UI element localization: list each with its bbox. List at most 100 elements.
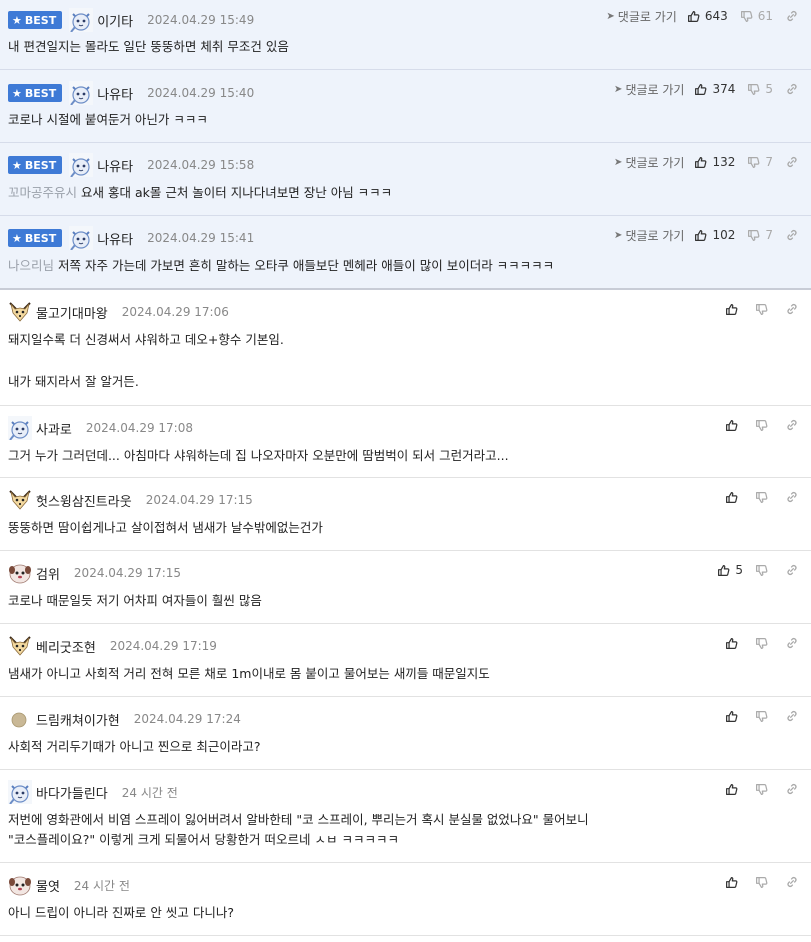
downvote-button[interactable]: 7 <box>747 155 773 169</box>
comment-actions: ➤ 댓글로 가기 132 7 <box>614 153 799 171</box>
downvote-button[interactable] <box>755 303 773 316</box>
nickname[interactable]: 검위 <box>36 564 60 583</box>
thumbs-down-icon <box>755 637 768 650</box>
comment-actions <box>725 780 799 798</box>
upvote-button[interactable]: 5 <box>717 563 743 577</box>
thumbs-up-icon <box>694 156 707 169</box>
avatar[interactable] <box>8 634 32 658</box>
comment: 헛스윙삼진트라웃 2024.04.29 17:15 뚱뚱하면 땀이쉽게나고 살이… <box>0 478 811 551</box>
nickname[interactable]: 헛스윙삼진트라웃 <box>36 491 132 510</box>
downvote-button[interactable] <box>755 876 773 889</box>
comment: 드림캐쳐이가현 2024.04.29 17:24 사회적 거리두기때가 아니고 … <box>0 697 811 770</box>
nickname[interactable]: 드림캐쳐이가현 <box>36 710 120 729</box>
timestamp: 2024.04.29 15:41 <box>147 231 255 245</box>
avatar[interactable] <box>8 416 32 440</box>
upvote-button[interactable] <box>725 303 743 316</box>
comment-actions <box>725 416 799 434</box>
link-icon[interactable] <box>785 563 799 577</box>
avatar[interactable] <box>8 707 32 731</box>
link-icon[interactable] <box>785 155 799 169</box>
timestamp: 2024.04.29 17:15 <box>145 493 253 507</box>
downvote-button[interactable] <box>755 564 773 577</box>
timestamp: 2024.04.29 17:06 <box>121 305 229 319</box>
comment-header: 베리굿조현 2024.04.29 17:19 <box>8 635 217 657</box>
nickname[interactable]: 나유타 <box>97 84 133 103</box>
avatar[interactable] <box>69 81 94 105</box>
upvote-button[interactable] <box>725 419 743 432</box>
reply-target[interactable]: 꼬마공주유시 <box>8 185 77 200</box>
thumbs-down-icon <box>755 491 768 504</box>
thumbs-up-icon <box>725 876 738 889</box>
link-icon[interactable] <box>785 636 799 650</box>
link-icon[interactable] <box>785 228 799 242</box>
avatar[interactable] <box>8 300 32 324</box>
nickname[interactable]: 나유타 <box>97 156 133 175</box>
reply-link[interactable]: ➤ 댓글로 가기 <box>614 227 684 244</box>
thumbs-up-icon <box>687 10 700 23</box>
downvote-button[interactable]: 5 <box>747 82 773 96</box>
reply-link[interactable]: ➤ 댓글로 가기 <box>614 154 684 171</box>
avatar[interactable] <box>69 226 94 250</box>
comment-header: 검위 2024.04.29 17:15 <box>8 562 181 584</box>
nickname[interactable]: 베리굿조현 <box>36 637 96 656</box>
downvote-button[interactable]: 7 <box>747 228 773 242</box>
downvote-button[interactable] <box>755 783 773 796</box>
best-badge: ★ BEST <box>8 11 63 29</box>
avatar[interactable] <box>8 873 32 897</box>
link-icon[interactable] <box>785 709 799 723</box>
link-icon[interactable] <box>785 9 799 23</box>
upvote-button[interactable] <box>725 876 743 889</box>
downvote-button[interactable] <box>755 419 773 432</box>
upvote-button[interactable]: 132 <box>694 155 735 169</box>
downvote-button[interactable]: 61 <box>740 9 773 23</box>
timestamp: 2024.04.29 17:24 <box>133 712 241 726</box>
avatar[interactable] <box>69 8 94 32</box>
upvote-button[interactable] <box>725 783 743 796</box>
upvote-button[interactable]: 102 <box>694 228 735 242</box>
reply-link[interactable]: ➤ 댓글로 가기 <box>614 81 684 98</box>
best-comment: ★ BEST 나유타 2024.04.29 15:58 꼬마공주유시 요새 홍대 … <box>0 143 811 216</box>
timestamp: 24 시간 전 <box>121 785 178 800</box>
avatar[interactable] <box>69 153 94 177</box>
comment: 검위 2024.04.29 17:15 코로나 때문일듯 저기 어차피 여자들이… <box>0 551 811 624</box>
thumbs-up-icon <box>725 710 738 723</box>
star-icon: ★ <box>12 86 22 100</box>
comment: 베리굿조현 2024.04.29 17:19 냄새가 아니고 사회적 거리 전혀… <box>0 624 811 697</box>
upvote-button[interactable]: 374 <box>694 82 735 96</box>
upvote-button[interactable]: 643 <box>687 9 728 23</box>
comment-actions <box>725 300 799 318</box>
comment-header: 드림캐쳐이가현 2024.04.29 17:24 <box>8 708 241 730</box>
upvote-button[interactable] <box>725 491 743 504</box>
upvote-button[interactable] <box>725 710 743 723</box>
comment: 바다가들린다 24 시간 전 저번에 영화관에서 비염 스프레이 잃어버려서 알… <box>0 770 811 863</box>
nickname[interactable]: 바다가들린다 <box>36 783 108 802</box>
nickname[interactable]: 물고기대마왕 <box>36 303 108 322</box>
nickname[interactable]: 나유타 <box>97 229 133 248</box>
reply-target[interactable]: 나으리님 <box>8 258 54 273</box>
comment-text: 저번에 영화관에서 비염 스프레이 잃어버려서 알바한테 "코 스프레이, 뿌리… <box>8 812 589 847</box>
link-icon[interactable] <box>785 490 799 504</box>
nickname[interactable]: 이기타 <box>97 11 133 30</box>
link-icon[interactable] <box>785 82 799 96</box>
comment: 물엿 24 시간 전 아니 드립이 아니라 진짜로 안 씻고 다니나? <box>0 863 811 936</box>
reply-link[interactable]: ➤ 댓글로 가기 <box>606 8 676 25</box>
link-icon[interactable] <box>785 782 799 796</box>
downvote-button[interactable] <box>755 710 773 723</box>
avatar[interactable] <box>8 561 32 585</box>
downvote-button[interactable] <box>755 491 773 504</box>
link-icon[interactable] <box>785 875 799 889</box>
avatar[interactable] <box>8 488 32 512</box>
link-icon[interactable] <box>785 302 799 316</box>
nickname[interactable]: 사과로 <box>36 419 72 438</box>
thumbs-down-icon <box>755 303 768 316</box>
link-icon[interactable] <box>785 418 799 432</box>
thumbs-down-icon <box>755 564 768 577</box>
thumbs-down-icon <box>740 10 753 23</box>
avatar[interactable] <box>8 780 32 804</box>
star-icon: ★ <box>12 231 22 245</box>
downvote-button[interactable] <box>755 637 773 650</box>
upvote-button[interactable] <box>725 637 743 650</box>
paper-plane-icon: ➤ <box>614 229 623 241</box>
comment-text: 꼬마공주유시 요새 홍대 ak몰 근처 놀이터 지나다녀보면 장난 아님 ㅋㅋㅋ <box>8 185 393 200</box>
nickname[interactable]: 물엿 <box>36 876 60 895</box>
